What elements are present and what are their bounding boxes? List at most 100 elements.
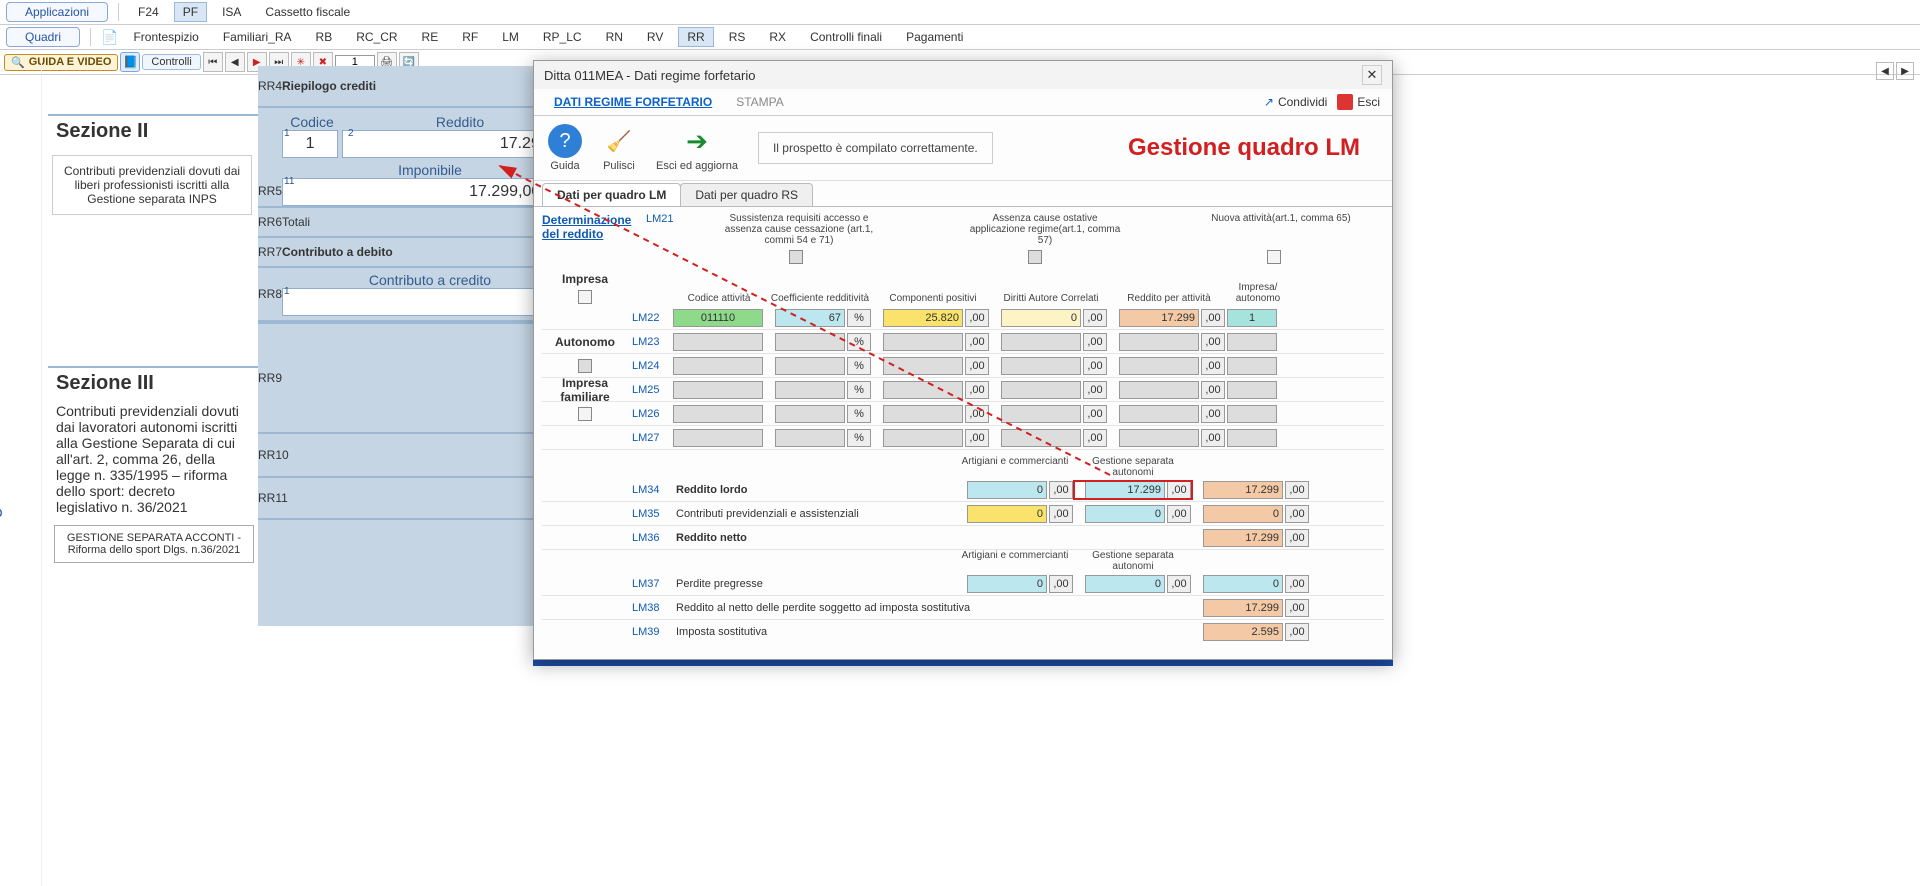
tab-rx[interactable]: RX (760, 27, 795, 47)
tab-rf[interactable]: RF (453, 27, 487, 47)
lm24-red[interactable] (1119, 357, 1199, 375)
toolbar-tab-f24[interactable]: F24 (129, 2, 168, 22)
lm24-codice[interactable] (673, 357, 763, 375)
lm22-code: LM22 (628, 312, 672, 324)
cat-fam-check[interactable] (578, 407, 592, 421)
lm27-coeff[interactable] (775, 429, 845, 447)
lm37-artig[interactable]: 0 (967, 575, 1047, 593)
brand-url: www.gbsoftware.it - Con (0, 350, 4, 566)
lm21-check3[interactable] (1267, 250, 1281, 264)
lm24-d1: ,00 (965, 357, 989, 375)
tab-re[interactable]: RE (413, 27, 448, 47)
lm27-codice[interactable] (673, 429, 763, 447)
cat-impresa-check[interactable] (578, 290, 592, 304)
subtab-rs[interactable]: Dati per quadro RS (680, 183, 813, 206)
tab-lm[interactable]: LM (493, 27, 528, 47)
lm27-imp[interactable] (1227, 429, 1277, 447)
tab-rb[interactable]: RB (307, 27, 342, 47)
tab-rv[interactable]: RV (638, 27, 672, 47)
lm25-comp[interactable] (883, 381, 963, 399)
tab-frontespizio[interactable]: Frontespizio (124, 27, 207, 47)
guida-button[interactable]: ?Guida (548, 124, 582, 172)
lm39-tot[interactable]: 2.595 (1203, 623, 1283, 641)
cat-autonomo-check[interactable] (578, 359, 592, 373)
lm26-dir[interactable] (1001, 405, 1081, 423)
dialog-tab-dati[interactable]: DATI REGIME FORFETARIO (542, 89, 724, 115)
lm22-diritti[interactable]: 0 (1001, 309, 1081, 327)
toolbar-tab-pf[interactable]: PF (174, 2, 207, 22)
rr5-idx11: 11 (284, 176, 294, 187)
tab-pagamenti[interactable]: Pagamenti (897, 27, 972, 47)
lm25-codice[interactable] (673, 381, 763, 399)
tab-controlli-finali[interactable]: Controlli finali (801, 27, 891, 47)
lm23-dir[interactable] (1001, 333, 1081, 351)
lm34-artig-dec: ,00 (1049, 481, 1073, 499)
lm34-gest[interactable]: 17.299 (1085, 481, 1165, 499)
tab-rr[interactable]: RR (678, 27, 713, 47)
lm26-codice[interactable] (673, 405, 763, 423)
lm24-comp[interactable] (883, 357, 963, 375)
hdr-assenza: Assenza cause ostative applicazione regi… (965, 213, 1125, 246)
subtab-lm[interactable]: Dati per quadro LM (542, 183, 681, 206)
lm24-dir[interactable] (1001, 357, 1081, 375)
close-icon[interactable]: ✕ (1362, 65, 1382, 85)
toolbar-tab-cassetto[interactable]: Cassetto fiscale (256, 2, 359, 22)
tab-familiari[interactable]: Familiari_RA (214, 27, 301, 47)
lm23-red[interactable] (1119, 333, 1199, 351)
lm25-dir[interactable] (1001, 381, 1081, 399)
lm23-coeff[interactable] (775, 333, 845, 351)
lm37-tot[interactable]: 0 (1203, 575, 1283, 593)
lm27-comp[interactable] (883, 429, 963, 447)
tab-rplc[interactable]: RP_LC (534, 27, 591, 47)
lm23-imp[interactable] (1227, 333, 1277, 351)
lm22-codice[interactable]: 011110 (673, 309, 763, 327)
lm35-tot[interactable]: 0 (1203, 505, 1283, 523)
lm23-codice[interactable] (673, 333, 763, 351)
lm26-imp[interactable] (1227, 405, 1277, 423)
tab-rccr[interactable]: RC_CR (347, 27, 406, 47)
lm26-comp[interactable] (883, 405, 963, 423)
lm22-reddito[interactable]: 17.299 (1119, 309, 1199, 327)
lm27-d2: ,00 (1083, 429, 1107, 447)
toolbar-tab-isa[interactable]: ISA (213, 2, 250, 22)
lm25-coeff[interactable] (775, 381, 845, 399)
lm27-pct: % (847, 429, 871, 447)
rr5-codice-cell[interactable]: 1 (282, 130, 338, 158)
lm21-check2[interactable] (1028, 250, 1042, 264)
dialog-tab-stampa[interactable]: STAMPA (724, 89, 796, 115)
lm27-red[interactable] (1119, 429, 1199, 447)
lm23-comp[interactable] (883, 333, 963, 351)
tab-rs[interactable]: RS (720, 27, 755, 47)
scroll-right-icon[interactable]: ▶ (1896, 62, 1914, 80)
condividi-label: Condividi (1278, 95, 1327, 109)
lm37-gest[interactable]: 0 (1085, 575, 1165, 593)
lm21-check1[interactable] (789, 250, 803, 264)
lm24-coeff[interactable] (775, 357, 845, 375)
lm22-impaut[interactable]: 1 (1227, 309, 1277, 327)
lm38-tot[interactable]: 17.299 (1203, 599, 1283, 617)
lm22-coeff[interactable]: 67 (775, 309, 845, 327)
lm26-red[interactable] (1119, 405, 1199, 423)
lm27-dir[interactable] (1001, 429, 1081, 447)
tab-rn[interactable]: RN (597, 27, 632, 47)
esci-aggiorna-button[interactable]: ➔Esci ed aggiorna (656, 124, 738, 172)
scroll-left-icon[interactable]: ◀ (1876, 62, 1894, 80)
lm36-tot[interactable]: 17.299 (1203, 529, 1283, 547)
lm26-coeff[interactable] (775, 405, 845, 423)
lm24-imp[interactable] (1227, 357, 1277, 375)
lm25-imp[interactable] (1227, 381, 1277, 399)
condividi-button[interactable]: ↗Condividi (1264, 95, 1327, 109)
rr5-imponibile-cell[interactable]: 17.299,00 (282, 178, 547, 206)
esci-button[interactable]: Esci (1337, 94, 1380, 110)
rr8-code: RR8 (258, 287, 282, 301)
lm25-red[interactable] (1119, 381, 1199, 399)
quadri-button[interactable]: Quadri (6, 27, 80, 47)
lm34-artig[interactable]: 0 (967, 481, 1047, 499)
lm22-comp[interactable]: 25.820 (883, 309, 963, 327)
lm35-gest[interactable]: 0 (1085, 505, 1165, 523)
pulisci-button[interactable]: 🧹Pulisci (602, 124, 636, 172)
applicazioni-button[interactable]: Applicazioni (6, 2, 108, 22)
pdf-icon[interactable]: 📄 (101, 29, 118, 46)
lm34-tot[interactable]: 17.299 (1203, 481, 1283, 499)
lm35-artig[interactable]: 0 (967, 505, 1047, 523)
